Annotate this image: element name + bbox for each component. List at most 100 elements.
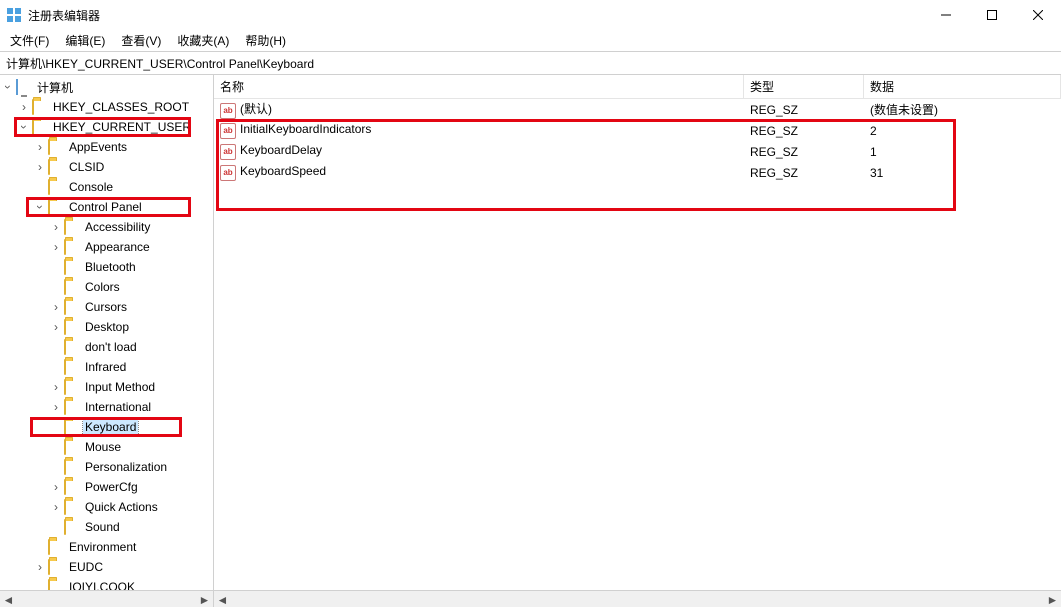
folder-icon [64, 440, 80, 454]
expander-icon[interactable]: › [48, 239, 64, 255]
menu-bar: 文件(F) 编辑(E) 查看(V) 收藏夹(A) 帮助(H) [0, 30, 1061, 51]
tree-clsid[interactable]: ›CLSID [0, 157, 213, 177]
list-row[interactable]: abKeyboardDelay REG_SZ 1 [214, 141, 1061, 162]
tree-label: Environment [67, 539, 138, 555]
tree-quickactions[interactable]: ›Quick Actions [0, 497, 213, 517]
tree-powercfg[interactable]: › PowerCfg [0, 477, 213, 497]
column-data[interactable]: 数据 [864, 75, 1061, 98]
tree-inputmethod[interactable]: › Input Method [0, 377, 213, 397]
expander-icon[interactable]: › [48, 399, 64, 415]
scroll-left-icon[interactable]: ◄ [214, 591, 231, 607]
expander-spacer [48, 259, 64, 275]
expander-icon[interactable]: › [48, 499, 64, 515]
expander-spacer [48, 519, 64, 535]
tree-label: PowerCfg [83, 479, 140, 495]
tree-cursors[interactable]: › Cursors [0, 297, 213, 317]
expander-spacer [48, 359, 64, 375]
folder-icon [16, 80, 32, 94]
window-title: 注册表编辑器 [28, 7, 923, 24]
tree-hkcu[interactable]: ›HKEY_CURRENT_USER [0, 117, 213, 137]
expander-icon[interactable]: › [48, 319, 64, 335]
value-data: 1 [864, 145, 1061, 159]
address-bar[interactable]: 计算机\HKEY_CURRENT_USER\Control Panel\Keyb… [0, 51, 1061, 75]
folder-icon [64, 320, 80, 334]
menu-help[interactable]: 帮助(H) [237, 30, 294, 51]
tree-controlpanel[interactable]: ›Control Panel [0, 197, 213, 217]
column-type[interactable]: 类型 [744, 75, 864, 98]
tree-label: HKEY_CLASSES_ROOT [51, 99, 191, 115]
tree-dontload[interactable]: don't load [0, 337, 213, 357]
expander-icon[interactable]: › [32, 139, 48, 155]
tree-label: International [83, 399, 153, 415]
value-data: 2 [864, 124, 1061, 138]
list-pane[interactable]: 名称 类型 数据 ab(默认) REG_SZ (数值未设置) abInitial… [214, 75, 1061, 607]
expander-icon[interactable]: › [48, 299, 64, 315]
tree-hkcr[interactable]: › HKEY_CLASSES_ROOT [0, 97, 213, 117]
tree-label: don't load [83, 339, 139, 355]
minimize-button[interactable] [923, 0, 969, 30]
tree-eudc[interactable]: › EUDC [0, 557, 213, 577]
tree-personalization[interactable]: Personalization [0, 457, 213, 477]
tree-appevents[interactable]: ›AppEvents [0, 137, 213, 157]
menu-view[interactable]: 查看(V) [113, 30, 169, 51]
tree-colors[interactable]: Colors [0, 277, 213, 297]
menu-edit[interactable]: 编辑(E) [57, 30, 113, 51]
expander-spacer [48, 459, 64, 475]
maximize-button[interactable] [969, 0, 1015, 30]
address-path: 计算机\HKEY_CURRENT_USER\Control Panel\Keyb… [6, 55, 314, 72]
folder-icon [64, 280, 80, 294]
tree-environment[interactable]: Environment [0, 537, 213, 557]
expander-icon[interactable]: › [16, 119, 32, 135]
tree-root[interactable]: ›计算机 [0, 77, 213, 97]
tree-desktop[interactable]: ›Desktop [0, 317, 213, 337]
tree-pane[interactable]: ›计算机›HKEY_CLASSES_ROOT›HKEY_CURRENT_USER… [0, 75, 214, 607]
tree-hscroll[interactable]: ◄ ► [0, 590, 213, 607]
tree-label: Cursors [83, 299, 129, 315]
menu-favorites[interactable]: 收藏夹(A) [169, 30, 237, 51]
folder-icon [64, 460, 80, 474]
expander-icon[interactable]: › [0, 79, 16, 95]
tree-keyboard[interactable]: Keyboard [0, 417, 213, 437]
tree-appearance[interactable]: ›Appearance [0, 237, 213, 257]
expander-icon[interactable]: › [16, 99, 32, 115]
tree-label: Mouse [83, 439, 123, 455]
tree-infrared[interactable]: Infrared [0, 357, 213, 377]
tree-international[interactable]: › International [0, 397, 213, 417]
expander-icon[interactable]: › [32, 559, 48, 575]
folder-icon [64, 420, 80, 434]
value-data: (数值未设置) [864, 101, 1061, 118]
tree-accessibility[interactable]: ›Accessibility [0, 217, 213, 237]
expander-icon[interactable]: › [32, 199, 48, 215]
tree-console[interactable]: Console [0, 177, 213, 197]
tree-bluetooth[interactable]: Bluetooth [0, 257, 213, 277]
tree-label: EUDC [67, 559, 105, 575]
expander-icon[interactable]: › [48, 479, 64, 495]
tree-label: Colors [83, 279, 122, 295]
title-bar: 注册表编辑器 [0, 0, 1061, 30]
menu-file[interactable]: 文件(F) [2, 30, 57, 51]
scroll-right-icon[interactable]: ► [196, 591, 213, 607]
string-value-icon: ab [220, 103, 236, 119]
tree-label: Bluetooth [83, 259, 138, 275]
list-row[interactable]: abKeyboardSpeed REG_SZ 31 [214, 162, 1061, 183]
string-value-icon: ab [220, 144, 236, 160]
folder-icon [32, 100, 48, 114]
list-row[interactable]: ab(默认) REG_SZ (数值未设置) [214, 99, 1061, 120]
scroll-left-icon[interactable]: ◄ [0, 591, 17, 607]
tree-sound[interactable]: Sound [0, 517, 213, 537]
folder-icon [48, 180, 64, 194]
expander-icon[interactable]: › [32, 159, 48, 175]
value-data: 31 [864, 166, 1061, 180]
value-type: REG_SZ [744, 103, 864, 117]
scroll-right-icon[interactable]: ► [1044, 591, 1061, 607]
expander-icon[interactable]: › [48, 219, 64, 235]
expander-icon[interactable]: › [48, 379, 64, 395]
close-button[interactable] [1015, 0, 1061, 30]
column-name[interactable]: 名称 [214, 75, 744, 98]
tree-label: Input Method [83, 379, 157, 395]
tree-mouse[interactable]: Mouse [0, 437, 213, 457]
list-hscroll[interactable]: ◄ ► [214, 590, 1061, 607]
list-row[interactable]: abInitialKeyboardIndicators REG_SZ 2 [214, 120, 1061, 141]
folder-icon [64, 300, 80, 314]
folder-icon [64, 480, 80, 494]
